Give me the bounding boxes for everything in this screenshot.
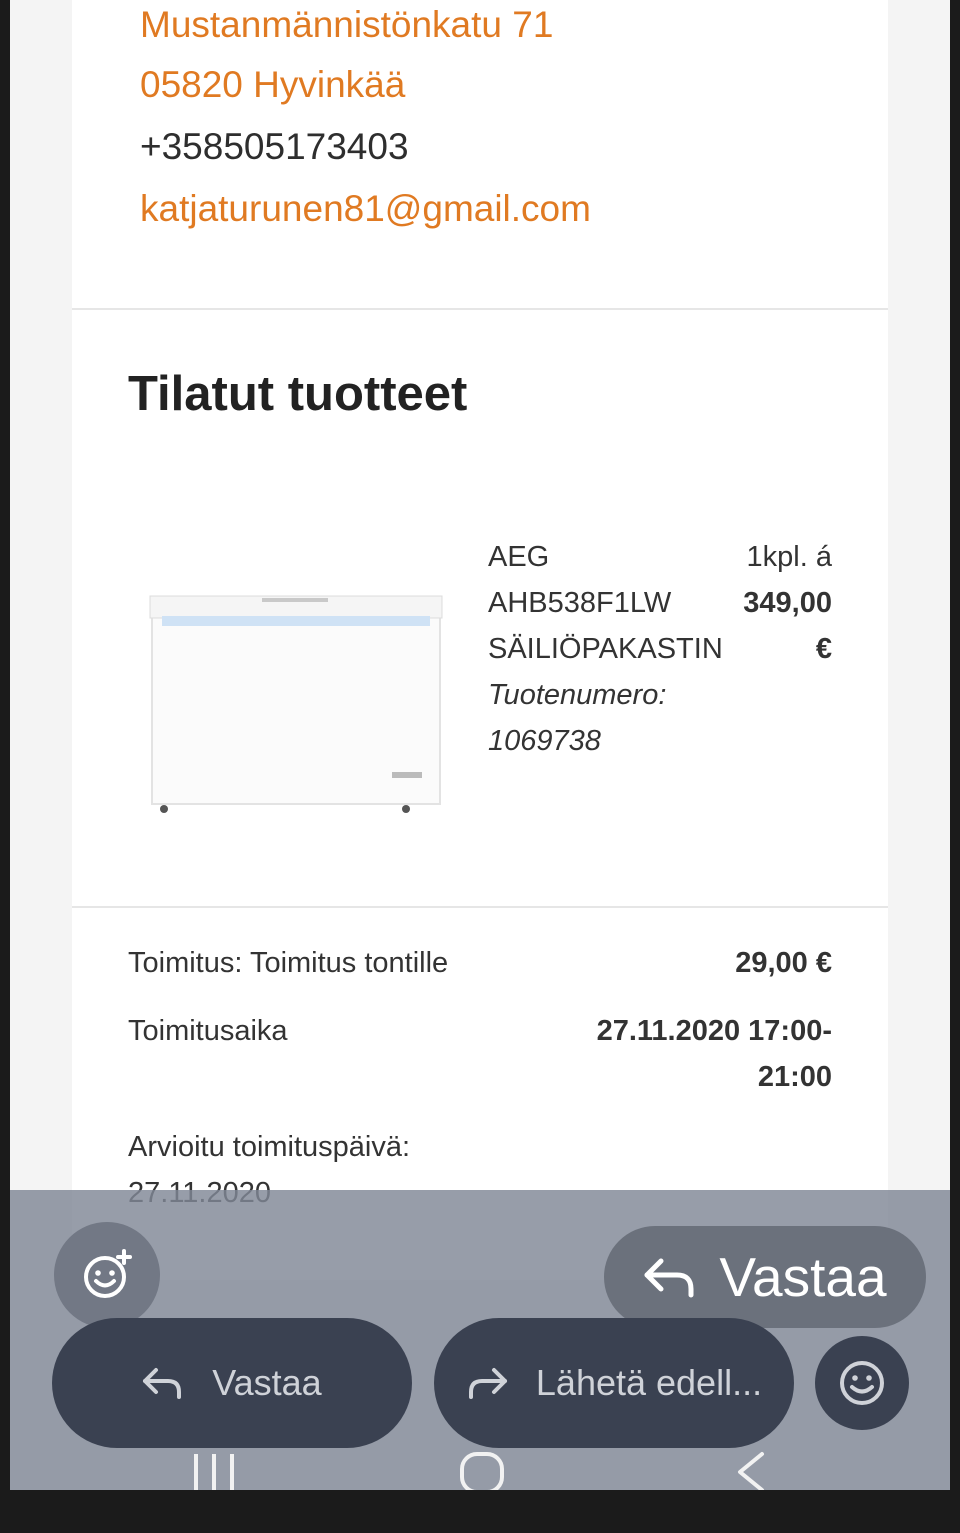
reply-icon <box>143 1368 182 1399</box>
divider <box>72 906 888 908</box>
address-email[interactable]: katjaturunen81@gmail.com <box>140 190 591 227</box>
product-type: SÄILIÖPAKASTIN <box>488 633 723 665</box>
delivery-method-price: 29,00 € <box>735 947 832 979</box>
emoji-add-icon <box>84 1249 132 1298</box>
product-brand: AEG <box>488 541 550 573</box>
product-currency: € <box>815 633 832 665</box>
delivery-time-label: Toimitusaika <box>128 1015 288 1047</box>
product-price: 349,00 <box>743 587 832 619</box>
product-number: 1069738 <box>488 725 601 757</box>
recent-apps-icon[interactable] <box>194 1454 234 1490</box>
product-qty: 1kpl. á <box>746 541 832 573</box>
back-icon[interactable] <box>738 1452 764 1490</box>
divider <box>72 308 888 310</box>
delivery-time-value: 27.11.2020 17:00- 21:00 <box>597 1008 832 1100</box>
delivery-time-line1: 27.11.2020 17:00- <box>596 1015 832 1047</box>
system-navigation-bar <box>194 1452 764 1490</box>
email-body-card: Mustanmännistönkatu 71 05820 Hyvinkää +3… <box>72 0 888 1280</box>
emoji-button[interactable] <box>815 1336 909 1430</box>
delivery-time-line2: 21:00 <box>757 1061 832 1093</box>
chest-freezer-image <box>149 595 443 813</box>
screen: Mustanmännistönkatu 71 05820 Hyvinkää +3… <box>10 0 950 1490</box>
product-number-label: Tuotenumero: <box>488 679 667 711</box>
reply-button[interactable]: Vastaa <box>52 1318 412 1448</box>
smiley-icon <box>840 1361 884 1405</box>
product-model: AHB538F1LW <box>488 587 672 619</box>
product-info: AEG AHB538F1LW SÄILIÖPAKASTIN Tuotenumer… <box>488 534 723 764</box>
reply-icon <box>644 1258 694 1298</box>
ordered-products-title: Tilatut tuotteet <box>128 367 468 421</box>
estimated-delivery-label: Arvioitu toimituspäivä: <box>128 1131 411 1163</box>
fab-reply-label: Vastaa <box>719 1246 887 1308</box>
home-icon[interactable] <box>460 1452 504 1490</box>
fab-reply-button[interactable]: Vastaa <box>604 1226 926 1328</box>
emoji-reaction-button[interactable] <box>54 1222 160 1328</box>
forward-icon <box>468 1368 507 1399</box>
product-price-block: 1kpl. á 349,00 € <box>743 534 832 672</box>
forward-button[interactable]: Lähetä edell... <box>434 1318 794 1448</box>
delivery-method-label: Toimitus: Toimitus tontille <box>128 947 449 979</box>
forward-label: Lähetä edell... <box>535 1362 763 1403</box>
reply-label: Vastaa <box>212 1362 322 1403</box>
address-city[interactable]: 05820 Hyvinkää <box>140 66 405 103</box>
address-street[interactable]: Mustanmännistönkatu 71 <box>140 6 553 43</box>
address-phone: +358505173403 <box>140 126 409 167</box>
